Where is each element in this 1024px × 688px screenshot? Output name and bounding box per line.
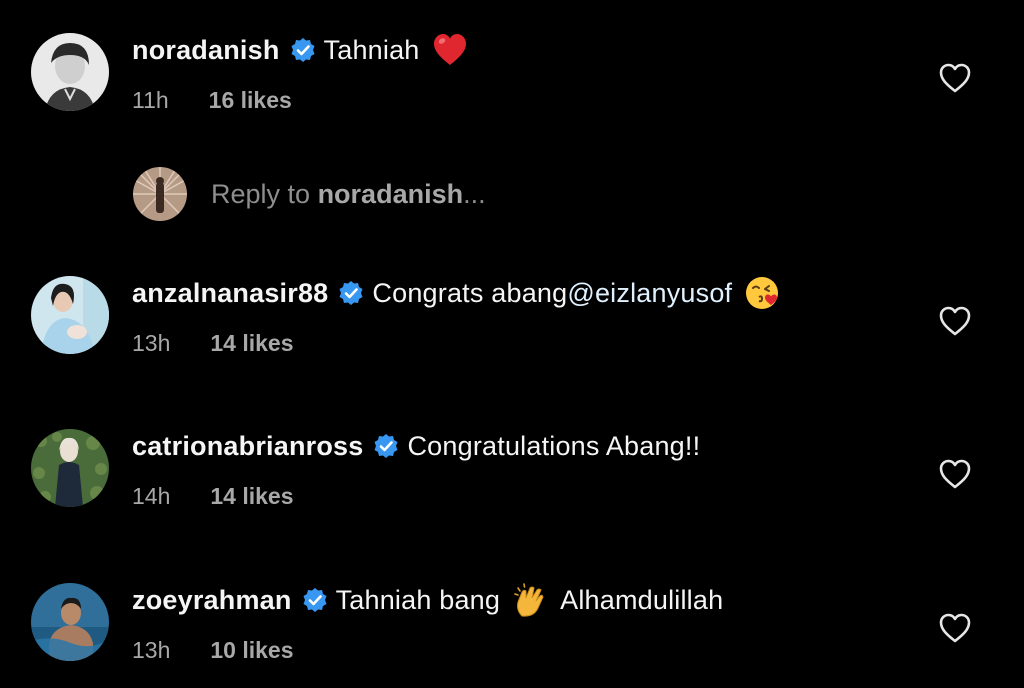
reply-to-row[interactable]: Reply to noradanish... — [133, 166, 486, 222]
timestamp: 11h — [132, 87, 169, 113]
comment-line: noradanish Tahniah — [132, 32, 468, 68]
comment-text: Alhamdulillah — [560, 584, 724, 615]
like-heart-icon[interactable] — [938, 62, 972, 94]
face-blowing-kiss-icon — [744, 275, 780, 311]
reply-avatar — [133, 167, 187, 221]
comment-item: zoeyrahman Tahniah bang Alhamdulillah 13… — [0, 570, 1024, 680]
red-heart-icon — [432, 32, 468, 68]
comment-text: Congratulations Abang!! — [407, 430, 701, 461]
comment-line: zoeyrahman Tahniah bang Alhamdulillah — [132, 582, 723, 618]
clapping-hands-icon — [512, 582, 548, 618]
verified-badge-icon — [338, 280, 364, 306]
comment-item: anzalnanasir88 Congrats abang @eizlanyus… — [0, 263, 1024, 373]
comment-text: Congrats abang — [372, 277, 568, 308]
likes-count[interactable]: 14 likes — [210, 483, 293, 510]
timestamp: 14h — [132, 483, 171, 509]
comment-line: anzalnanasir88 Congrats abang @eizlanyus… — [132, 275, 780, 311]
mention-link[interactable]: @eizlanyusof — [567, 278, 732, 309]
comment-item: catrionabrianross Congratulations Abang!… — [0, 416, 1024, 526]
likes-count[interactable]: 10 likes — [210, 637, 293, 664]
reply-placeholder[interactable]: Reply to noradanish... — [211, 179, 486, 210]
avatar[interactable] — [31, 276, 109, 354]
verified-badge-icon — [373, 433, 399, 459]
comment-meta: 13h 14 likes — [132, 330, 294, 357]
timestamp: 13h — [132, 330, 171, 356]
comment-meta: 14h 14 likes — [132, 483, 294, 510]
reply-prefix: Reply to — [211, 178, 318, 209]
timestamp: 13h — [132, 637, 171, 663]
comment-text: Tahniah bang — [335, 584, 501, 615]
comment-meta: 11h 16 likes — [132, 87, 292, 114]
likes-count[interactable]: 16 likes — [209, 87, 292, 114]
comment-line: catrionabrianross Congratulations Abang!… — [132, 428, 700, 464]
verified-badge-icon — [302, 587, 328, 613]
reply-target-username: noradanish — [317, 178, 464, 209]
like-heart-icon[interactable] — [938, 612, 972, 644]
username-link[interactable]: anzalnanasir88 — [132, 278, 328, 309]
avatar-image — [31, 33, 109, 111]
avatar-image — [31, 429, 109, 507]
username-link[interactable]: noradanish — [132, 35, 280, 66]
avatar[interactable] — [31, 583, 109, 661]
verified-badge-icon — [290, 37, 316, 63]
avatar-image — [31, 276, 109, 354]
avatar[interactable] — [31, 33, 109, 111]
comment-meta: 13h 10 likes — [132, 637, 294, 664]
username-link[interactable]: zoeyrahman — [132, 585, 292, 616]
likes-count[interactable]: 14 likes — [210, 330, 293, 357]
like-heart-icon[interactable] — [938, 458, 972, 490]
username-link[interactable]: catrionabrianross — [132, 431, 363, 462]
like-heart-icon[interactable] — [938, 305, 972, 337]
comment-item: noradanish Tahniah 11h 16 likes — [0, 20, 1024, 130]
avatar[interactable] — [31, 429, 109, 507]
comment-text: Tahniah — [323, 34, 420, 65]
avatar-image — [31, 583, 109, 661]
reply-suffix: ... — [463, 178, 486, 209]
